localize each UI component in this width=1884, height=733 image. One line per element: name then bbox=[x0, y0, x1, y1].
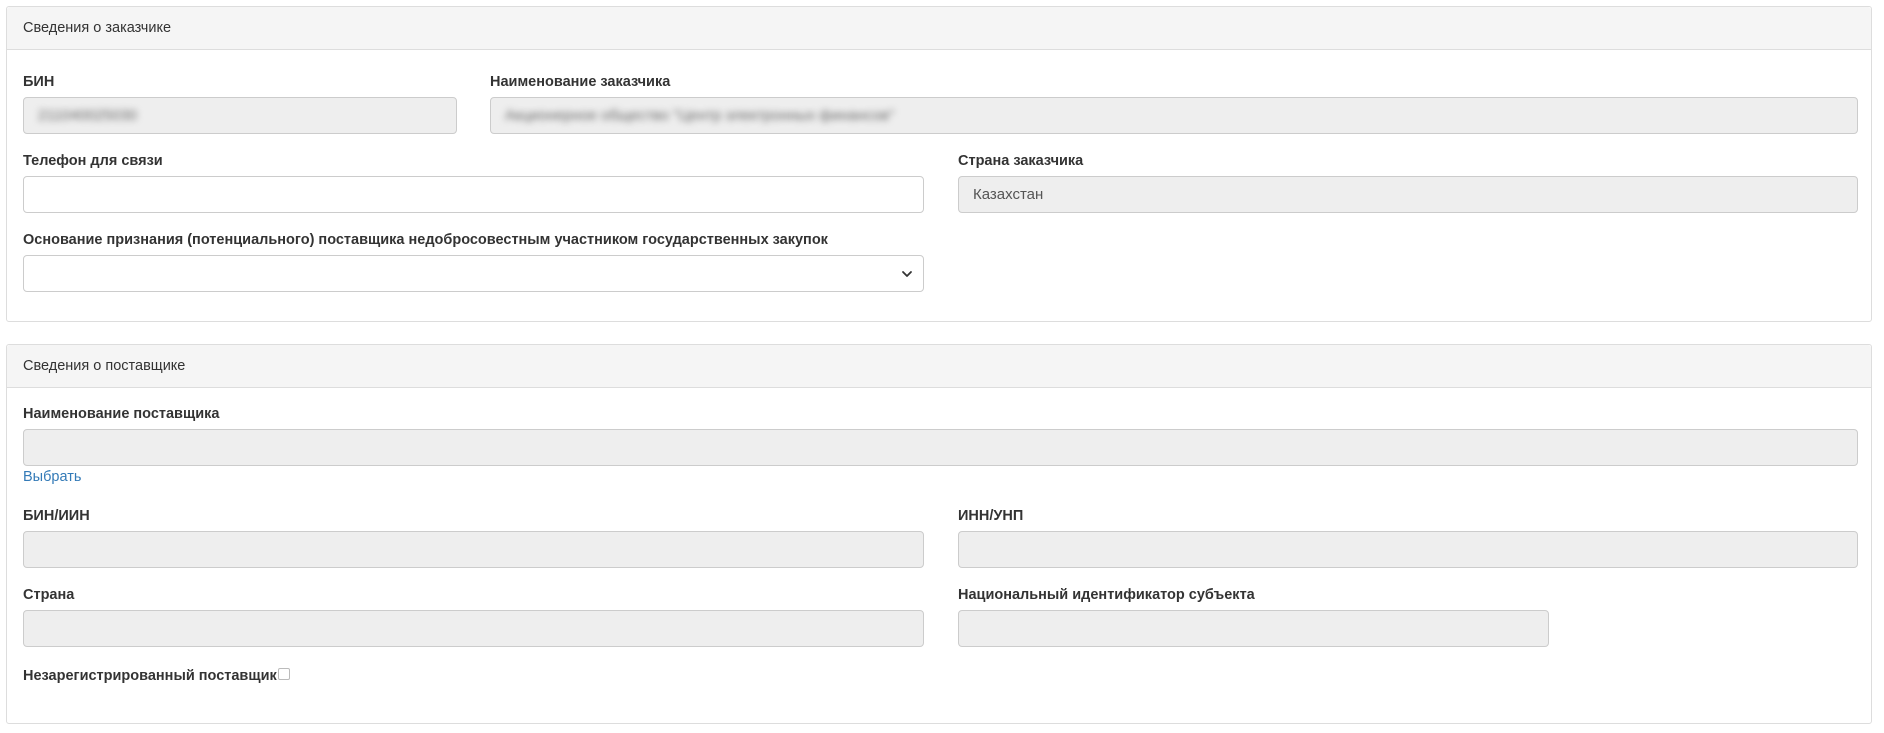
customer-country-value: Казахстан bbox=[973, 186, 1044, 203]
customer-name-field[interactable]: Акционерное общество "Центр электронных … bbox=[490, 97, 1858, 134]
bin-iin-field[interactable] bbox=[23, 531, 924, 568]
phone-label: Телефон для связи bbox=[23, 153, 163, 169]
bin-label: БИН bbox=[23, 74, 55, 90]
bin-value: 211040025030 bbox=[38, 107, 137, 124]
unregistered-supplier-checkbox[interactable] bbox=[278, 668, 290, 680]
country-label: Страна bbox=[23, 587, 75, 603]
basis-select[interactable] bbox=[23, 255, 924, 292]
bin-iin-label: БИН/ИИН bbox=[23, 508, 90, 524]
phone-input[interactable] bbox=[23, 176, 924, 213]
supplier-name-field[interactable] bbox=[23, 429, 1858, 466]
supplier-name-label: Наименование поставщика bbox=[23, 406, 220, 422]
national-id-label: Национальный идентификатор субъекта bbox=[958, 587, 1255, 603]
unregistered-supplier-label: Незарегистрированный поставщик bbox=[23, 668, 277, 684]
select-supplier-link[interactable]: Выбрать bbox=[23, 469, 81, 485]
customer-panel-heading: Сведения о заказчике bbox=[7, 7, 1871, 50]
country-field[interactable] bbox=[23, 610, 924, 647]
national-id-field[interactable] bbox=[958, 610, 1549, 647]
chevron-down-icon bbox=[902, 271, 912, 277]
basis-label: Основание признания (потенциального) пос… bbox=[23, 232, 828, 248]
customer-country-field[interactable]: Казахстан bbox=[958, 176, 1858, 213]
supplier-panel-heading: Сведения о поставщике bbox=[7, 345, 1871, 388]
customer-name-value: Акционерное общество "Центр электронных … bbox=[505, 107, 895, 124]
supplier-info-panel: Сведения о поставщике Наименование поста… bbox=[6, 344, 1872, 724]
bin-field[interactable]: 211040025030 bbox=[23, 97, 457, 134]
customer-info-panel: Сведения о заказчике БИН 211040025030 На… bbox=[6, 6, 1872, 322]
customer-country-label: Страна заказчика bbox=[958, 153, 1084, 169]
inn-unp-field[interactable] bbox=[958, 531, 1858, 568]
customer-name-label: Наименование заказчика bbox=[490, 74, 671, 90]
inn-unp-label: ИНН/УНП bbox=[958, 508, 1024, 524]
